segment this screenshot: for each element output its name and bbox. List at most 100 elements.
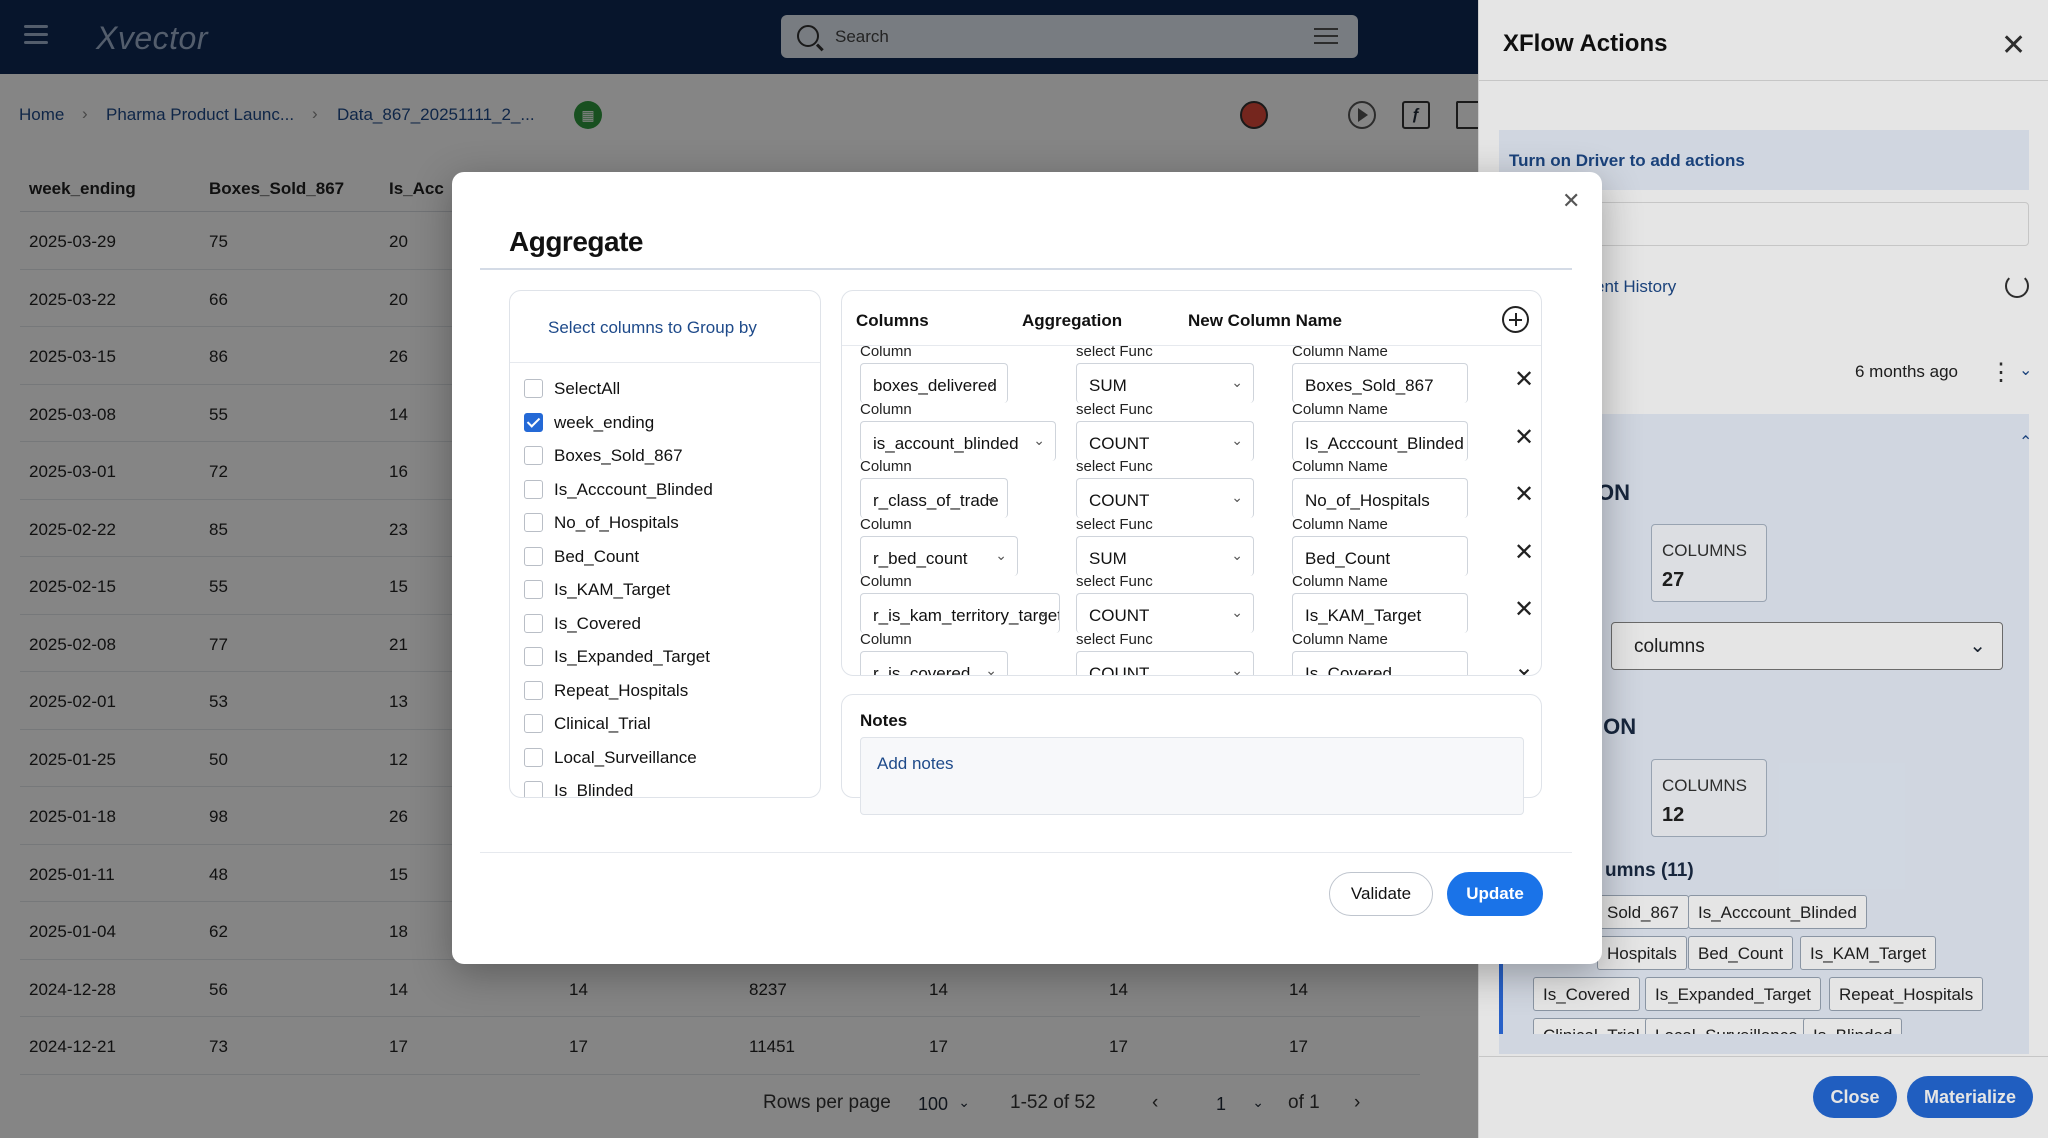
chevron-down-icon: ⌄ bbox=[985, 374, 997, 390]
aggregation-row: Column r_is_kam_territory_target ⌄ select F… bbox=[842, 573, 1541, 633]
func-select[interactable]: SUM ⌄ bbox=[1076, 535, 1254, 576]
checkbox[interactable] bbox=[524, 580, 543, 599]
checkbox[interactable] bbox=[524, 412, 543, 432]
aggregation-header: Aggregation bbox=[1022, 311, 1123, 330]
stat-card-columns: COLUMNS 12 bbox=[1651, 759, 1767, 837]
panel-title: XFlow Actions bbox=[1503, 30, 1668, 57]
field-label: Column bbox=[860, 458, 912, 475]
column-name-input[interactable]: Boxes_Sold_867 bbox=[1292, 363, 1468, 403]
used-columns-heading: umns (11) bbox=[1605, 860, 1694, 881]
column-name-input[interactable]: Is_KAM_Target bbox=[1292, 593, 1468, 633]
materialize-button[interactable]: Materialize bbox=[1907, 1076, 2033, 1118]
column-name-input[interactable]: Is_Acccount_Blinded bbox=[1292, 420, 1468, 461]
update-button[interactable]: Update bbox=[1447, 872, 1543, 916]
chevron-down-icon: ⌄ bbox=[1231, 604, 1243, 620]
field-label: Column bbox=[860, 400, 912, 418]
checkbox[interactable] bbox=[524, 379, 543, 398]
chevron-down-icon: ⌄ bbox=[985, 661, 997, 676]
column-name-input[interactable]: Is_Covered bbox=[1292, 650, 1468, 675]
aggregate-modal: ✕ Aggregate Select columns to Group by S… bbox=[452, 172, 1602, 964]
remove-row-icon[interactable]: ✕ bbox=[1514, 365, 1534, 394]
checkbox[interactable] bbox=[524, 781, 543, 797]
field-label: Column Name bbox=[1292, 346, 1388, 360]
column-select[interactable]: r_is_kam_territory_target ⌄ bbox=[860, 593, 1060, 633]
chevron-up-icon[interactable]: ⌃ bbox=[2019, 432, 2032, 452]
stat-card-columns: COLUMNS 27 bbox=[1651, 524, 1767, 602]
chevron-down-icon[interactable]: ⌄ bbox=[1514, 653, 1534, 676]
add-aggregation-icon[interactable] bbox=[1502, 306, 1529, 333]
func-select[interactable]: SUM ⌄ bbox=[1076, 363, 1254, 403]
notes-label: Notes bbox=[860, 711, 908, 730]
chevron-down-icon: ⌄ bbox=[1231, 374, 1243, 390]
group-by-panel: Select columns to Group by SelectAll week… bbox=[509, 290, 821, 798]
checkbox[interactable] bbox=[524, 546, 543, 566]
more-options-icon[interactable]: ⋮ bbox=[1989, 358, 2013, 387]
column-select[interactable]: boxes_delivered ⌄ bbox=[860, 363, 1008, 403]
remove-row-icon[interactable]: ✕ bbox=[1514, 480, 1534, 509]
close-button[interactable]: Close bbox=[1813, 1076, 1897, 1118]
field-label: Column bbox=[860, 630, 912, 648]
close-icon[interactable]: ✕ bbox=[2001, 28, 2026, 63]
column-chip: Local_Surveillance bbox=[1645, 1018, 1808, 1034]
columns-dropdown[interactable]: columns ⌄ bbox=[1611, 622, 2003, 670]
checkbox[interactable] bbox=[524, 680, 543, 700]
column-name-input[interactable]: No_of_Hospitals bbox=[1292, 478, 1468, 518]
refresh-icon[interactable] bbox=[2005, 274, 2029, 298]
column-select[interactable]: r_class_of_trade ⌄ bbox=[860, 478, 1008, 518]
checkbox-label: SelectAll bbox=[554, 379, 621, 398]
remove-row-icon[interactable]: ✕ bbox=[1514, 538, 1534, 567]
field-label: Column bbox=[860, 346, 912, 360]
checkbox[interactable] bbox=[524, 613, 543, 633]
column-chip: Is_Acccount_Blinded bbox=[1688, 895, 1867, 929]
notes-input[interactable]: Add notes bbox=[860, 737, 1524, 815]
remove-row-icon[interactable]: ✕ bbox=[1514, 423, 1534, 452]
field-label: Column Name bbox=[1292, 515, 1388, 533]
chevron-down-icon[interactable]: ⌄ bbox=[2019, 360, 2032, 380]
aggregation-row: Column r_is_covered ⌄ select Func COUNT ⌄ Colu… bbox=[842, 630, 1541, 676]
chevron-down-icon: ⌄ bbox=[1033, 431, 1045, 448]
column-chip: Bed_Count bbox=[1688, 936, 1794, 970]
chevron-down-icon: ⌄ bbox=[995, 546, 1007, 563]
remove-row-icon[interactable]: ✕ bbox=[1514, 595, 1534, 624]
group-by-title: Select columns to Group by bbox=[548, 318, 757, 337]
column-select[interactable]: r_bed_count ⌄ bbox=[860, 535, 1018, 576]
column-chip: Hospitals bbox=[1597, 936, 1687, 970]
checkbox-label: No_of_Hospitals bbox=[554, 513, 679, 532]
column-select[interactable]: r_is_covered ⌄ bbox=[860, 650, 1008, 676]
func-select[interactable]: COUNT ⌄ bbox=[1076, 650, 1254, 676]
chevron-down-icon: ⌄ bbox=[1231, 661, 1243, 676]
timestamp: 6 months ago bbox=[1855, 362, 1959, 381]
checkbox[interactable] bbox=[524, 513, 543, 532]
chevron-down-icon: ⌄ bbox=[1231, 546, 1243, 563]
func-select[interactable]: COUNT ⌄ bbox=[1076, 420, 1254, 461]
checkbox[interactable] bbox=[524, 714, 543, 733]
checkbox-label: Repeat_Hospitals bbox=[554, 680, 689, 700]
modal-title: Aggregate bbox=[509, 226, 643, 257]
checkbox[interactable] bbox=[524, 647, 543, 666]
field-label: select Func bbox=[1076, 573, 1153, 590]
aggregation-panel: Columns Aggregation New Column Name Colu… bbox=[841, 290, 1542, 676]
checkbox[interactable] bbox=[524, 479, 543, 499]
field-label: Column Name bbox=[1292, 630, 1388, 648]
func-select[interactable]: COUNT ⌄ bbox=[1076, 593, 1254, 633]
field-label: Column bbox=[860, 573, 912, 590]
chevron-down-icon: ⌄ bbox=[1969, 635, 1986, 657]
chevron-down-icon: ⌄ bbox=[1231, 431, 1243, 448]
field-label: select Func bbox=[1076, 515, 1153, 533]
column-select[interactable]: is_account_blinded ⌄ bbox=[860, 420, 1056, 461]
new-column-name-header: New Column Name bbox=[1188, 311, 1342, 330]
checkbox[interactable] bbox=[524, 446, 543, 465]
history-link[interactable]: ent History bbox=[1595, 277, 1676, 297]
aggregation-rows: Column boxes_delivered ⌄ select Func SUM ⌄ Col… bbox=[842, 346, 1541, 676]
aggregation-row: Column is_account_blinded ⌄ select Func COUN… bbox=[842, 400, 1541, 461]
checkbox[interactable] bbox=[524, 747, 543, 767]
column-name-input[interactable]: Bed_Count bbox=[1292, 535, 1468, 576]
func-select[interactable]: COUNT ⌄ bbox=[1076, 478, 1254, 518]
checkbox-label: Is_Blinded bbox=[554, 781, 634, 798]
checkbox-label: Is_Covered bbox=[554, 613, 641, 633]
validate-button[interactable]: Validate bbox=[1329, 872, 1433, 916]
chevron-down-icon: ⌄ bbox=[1037, 604, 1049, 620]
modal-close-icon[interactable]: ✕ bbox=[1562, 188, 1580, 214]
checkbox-label: Boxes_Sold_867 bbox=[554, 446, 683, 465]
columns-header: Columns bbox=[856, 311, 929, 330]
